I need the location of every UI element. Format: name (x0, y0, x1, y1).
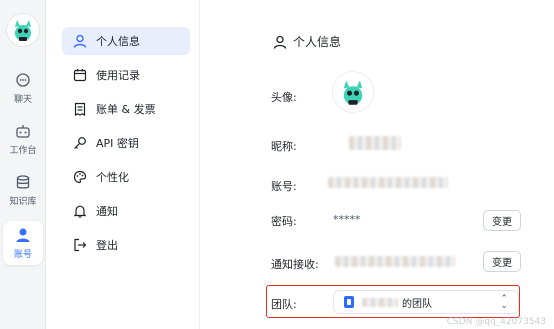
watermark: CSDN @qq_42073543 (446, 317, 546, 327)
settings-nav: 个人信息 使用记录 账单 & 发票 API 密钥 个性化 通知 登出 (52, 0, 200, 329)
team-logo-icon (344, 296, 354, 308)
nav-item-api-key[interactable]: API 密钥 (62, 129, 190, 157)
notify-label: 通知接收: (271, 258, 319, 271)
notify-value-redacted (335, 256, 455, 267)
team-name: 的团队 (402, 298, 432, 310)
database-icon (14, 173, 32, 191)
change-password-button[interactable]: 变更 (483, 210, 521, 231)
nav-item-label: 登出 (96, 239, 118, 252)
nickname-value-redacted (349, 136, 401, 150)
rail-item-knowledge[interactable]: 知识库 (3, 168, 43, 212)
nav-item-billing[interactable]: 账单 & 发票 (62, 95, 190, 123)
mascot-icon (343, 80, 363, 105)
user-icon (273, 35, 287, 49)
user-icon (72, 33, 88, 49)
mascot-icon (15, 20, 31, 41)
chevron-updown-icon: ⌃ ⌄ (500, 294, 508, 311)
page-title: 个人信息 (273, 33, 341, 50)
rail-item-label: 聊天 (13, 95, 32, 105)
account-label: 账号: (271, 180, 297, 193)
rail-item-label: 工作台 (9, 146, 37, 156)
nav-item-label: 个人信息 (96, 35, 140, 48)
nav-item-label: 个性化 (96, 171, 129, 184)
nav-item-label: 账单 & 发票 (96, 103, 156, 116)
app-rail: 聊天 工作台 知识库 账号 (0, 0, 46, 329)
rail-item-account[interactable]: 账号 (3, 221, 43, 265)
nav-item-notifications[interactable]: 通知 (62, 197, 190, 225)
rail-item-label: 账号 (13, 250, 32, 260)
nav-item-usage[interactable]: 使用记录 (62, 61, 190, 89)
robot-icon (14, 122, 32, 140)
nav-item-label: API 密钥 (96, 137, 139, 150)
password-label: 密码: (271, 215, 297, 228)
receipt-icon (72, 101, 88, 117)
bell-icon (72, 203, 88, 219)
app-logo[interactable] (6, 13, 40, 47)
team-select[interactable]: 的团队 ⌃ ⌄ (333, 290, 519, 314)
nickname-label: 昵称: (271, 140, 297, 153)
rail-item-chat[interactable]: 聊天 (3, 66, 43, 110)
account-value-redacted (328, 177, 448, 188)
logout-icon (72, 237, 88, 253)
team-name-redacted (362, 297, 398, 307)
key-icon (72, 135, 88, 151)
team-label: 团队: (271, 298, 297, 311)
nav-item-logout[interactable]: 登出 (62, 231, 190, 259)
avatar[interactable] (332, 71, 374, 113)
nav-item-profile[interactable]: 个人信息 (62, 27, 190, 55)
rail-item-label: 知识库 (9, 197, 37, 207)
change-notify-button[interactable]: 变更 (483, 251, 521, 272)
page-title-text: 个人信息 (293, 35, 342, 49)
avatar-label: 头像: (271, 91, 297, 104)
user-icon (14, 226, 32, 244)
rail-item-workbench[interactable]: 工作台 (3, 117, 43, 161)
password-value: ***** (333, 213, 361, 226)
nav-item-label: 通知 (96, 205, 118, 218)
palette-icon (72, 169, 88, 185)
nav-item-label: 使用记录 (96, 69, 140, 82)
profile-panel: 个人信息 头像: 昵称: 账号: 密码: ***** 变更 通知接收: 变更 团… (201, 0, 554, 329)
calendar-icon (72, 67, 88, 83)
nav-item-personalize[interactable]: 个性化 (62, 163, 190, 191)
chat-icon (14, 71, 32, 89)
